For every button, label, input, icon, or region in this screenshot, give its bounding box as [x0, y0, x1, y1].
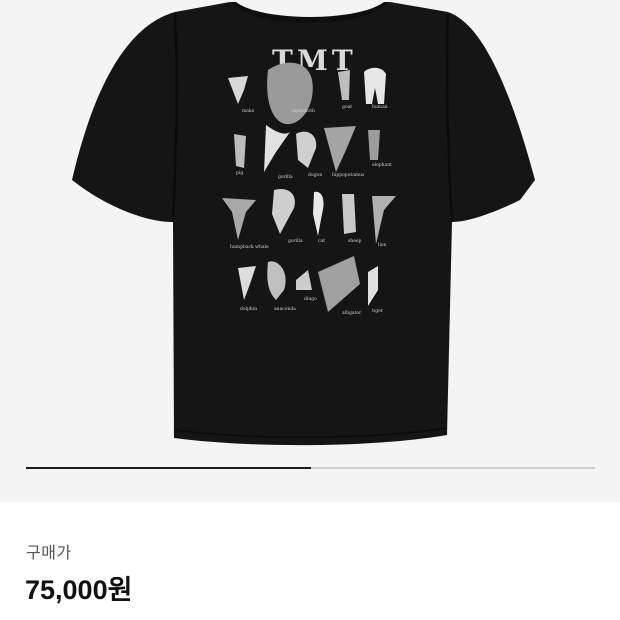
tooth-caption: goat	[342, 104, 352, 110]
tooth-caption: humpback whale	[230, 244, 269, 250]
purchase-price-value: 75,000원	[25, 575, 133, 605]
tooth-caption: sheep	[348, 238, 362, 244]
carousel-progress-bar[interactable]	[26, 467, 595, 469]
tooth-caption: gorilla	[288, 238, 303, 244]
tooth-caption: mako	[242, 108, 255, 114]
tooth-sheep	[342, 194, 356, 234]
tooth-caption: dingo	[304, 296, 317, 302]
purchase-price-label: 구매가	[26, 545, 72, 562]
product-image[interactable]: TMT mako mammoth goat human pig gorilla …	[0, 0, 620, 502]
tooth-caption: anaconda	[274, 306, 296, 312]
tooth-caption: hippopotamus	[332, 172, 365, 178]
tooth-caption: elephant	[372, 162, 392, 168]
tooth-caption: dolphin	[240, 306, 257, 312]
tooth-caption: gorilla	[278, 174, 293, 180]
tooth-caption: dugon	[308, 172, 322, 178]
tooth-caption: human	[372, 104, 388, 110]
tshirt-graphic: TMT mako mammoth goat human pig gorilla …	[72, 2, 535, 446]
tooth-caption: pig	[236, 170, 243, 176]
tooth-caption: cat	[318, 238, 325, 244]
tooth-caption: lion	[378, 242, 387, 248]
carousel-progress-fill	[26, 467, 311, 469]
tooth-caption: mammoth	[292, 108, 315, 114]
tooth-caption: alligator	[342, 310, 362, 316]
tooth-elephant	[368, 130, 380, 160]
tooth-caption: tiger	[372, 308, 384, 314]
